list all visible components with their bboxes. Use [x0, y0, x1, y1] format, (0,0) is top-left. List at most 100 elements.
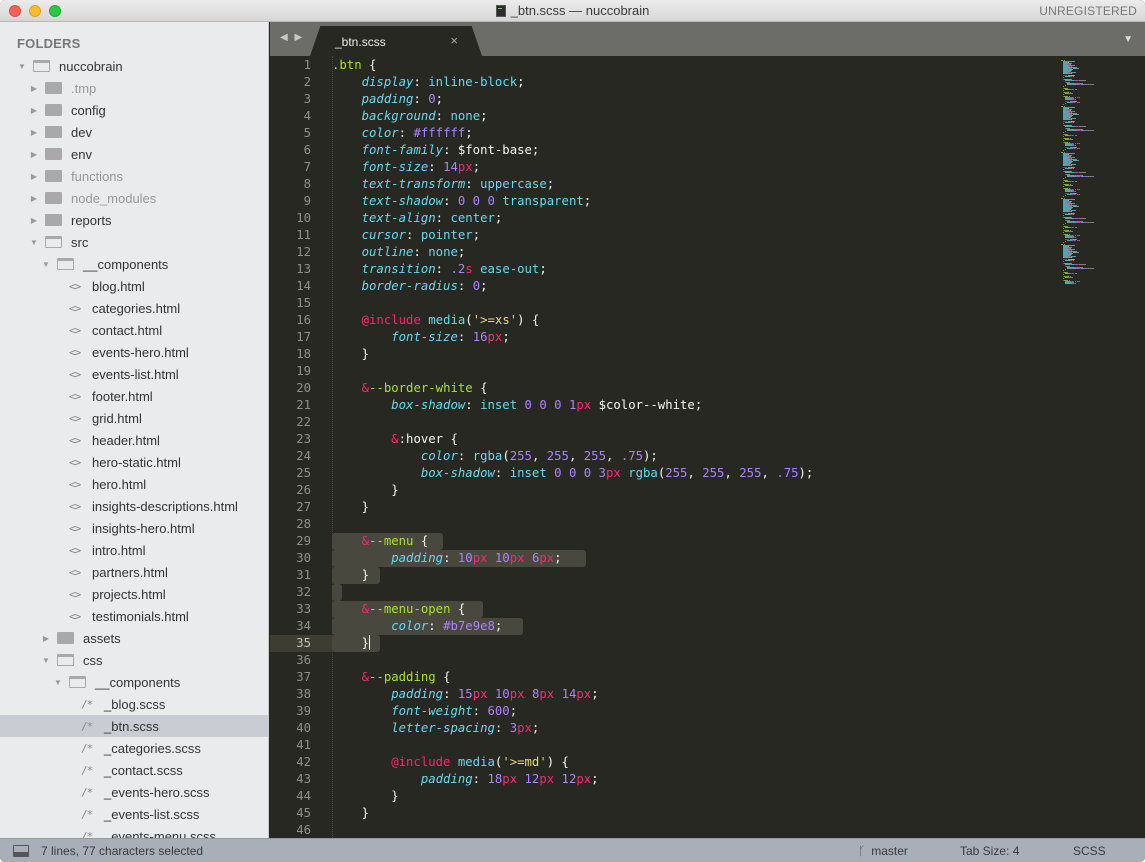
folder-item[interactable]: ▼ nuccobrain [0, 55, 268, 77]
file-item[interactable]: <> footer.html [0, 385, 268, 407]
file-item[interactable]: /* _btn.scss [0, 715, 268, 737]
file-item[interactable]: <> blog.html [0, 275, 268, 297]
file-item[interactable]: /* _categories.scss [0, 737, 268, 759]
html-file-icon: <> [69, 543, 81, 557]
disclosure-closed-icon[interactable]: ▶ [41, 634, 51, 643]
folder-item[interactable]: ▶ reports [0, 209, 268, 231]
line-code: } [332, 789, 399, 803]
html-file-icon: <> [69, 279, 81, 293]
file-item[interactable]: <> contact.html [0, 319, 268, 341]
line-number: 19 [296, 364, 311, 378]
file-item[interactable]: <> projects.html [0, 583, 268, 605]
folder-item[interactable]: ▶ assets [0, 627, 268, 649]
file-item[interactable]: <> events-list.html [0, 363, 268, 385]
disclosure-closed-icon[interactable]: ▶ [29, 194, 39, 203]
disclosure-open-icon[interactable]: ▼ [29, 238, 39, 247]
disclosure-closed-icon[interactable]: ▶ [29, 216, 39, 225]
line-code: box-shadow: inset 0 0 0 1px $color--whit… [391, 398, 703, 412]
zoom-window-button[interactable] [49, 5, 61, 17]
panel-toggle-icon[interactable] [13, 845, 29, 857]
minimize-window-button[interactable] [29, 5, 41, 17]
file-item[interactable]: <> events-hero.html [0, 341, 268, 363]
code-editor[interactable]: 1 .btn {2 display: inline-block; 3 padding… [270, 56, 1145, 838]
folder-item[interactable]: ▼ __components [0, 253, 268, 275]
disclosure-open-icon[interactable]: ▼ [17, 62, 27, 71]
disclosure-closed-icon[interactable]: ▶ [29, 128, 39, 137]
tab-btn-scss[interactable]: _btn.scss × [310, 26, 482, 56]
disclosure-closed-icon[interactable]: ▶ [29, 150, 39, 159]
folder-icon [45, 214, 62, 226]
minimap-mark [1075, 256, 1076, 257]
file-item[interactable]: /* _events-hero.scss [0, 781, 268, 803]
file-item[interactable]: <> hero.html [0, 473, 268, 495]
tree-item-label: categories.html [92, 300, 181, 316]
file-item[interactable]: <> insights-hero.html [0, 517, 268, 539]
disclosure-open-icon[interactable]: ▼ [41, 656, 51, 665]
tree-item-label: src [71, 234, 89, 250]
git-branch[interactable]: ᚴ master [858, 844, 908, 858]
line-number: 10 [296, 211, 311, 225]
line-number: 1 [303, 58, 311, 72]
minimap-mark [1074, 191, 1075, 192]
line-code: } [332, 635, 371, 650]
scss-file-icon: /* [81, 697, 93, 711]
minimap-mark [1076, 135, 1077, 136]
file-item[interactable]: <> testimonials.html [0, 605, 268, 627]
code-line: 30 padding: 10px 10px 6px; [270, 550, 1145, 567]
file-item[interactable]: <> hero-static.html [0, 451, 268, 473]
code-line: 26 } [270, 482, 1145, 499]
line-code: } [332, 568, 370, 582]
minimap-mark [1072, 161, 1073, 162]
file-item[interactable]: /* _contact.scss [0, 759, 268, 781]
minimap-mark [1072, 139, 1073, 140]
line-number: 44 [296, 789, 311, 803]
file-item[interactable]: <> partners.html [0, 561, 268, 583]
minimap-mark [1072, 115, 1073, 116]
code-line: 34 color: #b7e9e8; [270, 618, 1145, 635]
minimap-mark [1078, 148, 1079, 149]
minimap-mark [1065, 145, 1072, 146]
folder-item[interactable]: ▶ .tmp [0, 77, 268, 99]
folder-item[interactable]: ▶ functions [0, 165, 268, 187]
file-item[interactable]: /* _events-menu.scss [0, 825, 268, 839]
disclosure-closed-icon[interactable]: ▶ [29, 172, 39, 181]
disclosure-open-icon[interactable]: ▼ [41, 260, 51, 269]
folder-item[interactable]: ▶ node_modules [0, 187, 268, 209]
file-item[interactable]: /* _events-list.scss [0, 803, 268, 825]
line-number: 13 [296, 262, 311, 276]
file-item[interactable]: /* _blog.scss [0, 693, 268, 715]
folder-item[interactable]: ▶ config [0, 99, 268, 121]
line-number: 5 [303, 126, 311, 140]
tree-item-label: header.html [92, 432, 160, 448]
file-item[interactable]: <> intro.html [0, 539, 268, 561]
folder-item[interactable]: ▶ env [0, 143, 268, 165]
file-item[interactable]: <> categories.html [0, 297, 268, 319]
file-item[interactable]: <> grid.html [0, 407, 268, 429]
close-window-button[interactable] [9, 5, 21, 17]
folder-open-icon [45, 236, 62, 248]
close-tab-icon[interactable]: × [450, 33, 458, 48]
tab-menu-dropdown-icon[interactable]: ▼ [1123, 34, 1133, 45]
minimap-mark [1063, 136, 1064, 137]
syntax-selector[interactable]: SCSS [1073, 844, 1106, 858]
html-file-icon: <> [69, 609, 81, 623]
minimap-mark [1074, 283, 1075, 284]
tree-item-label: events-list.html [92, 366, 179, 382]
file-item[interactable]: <> insights-descriptions.html [0, 495, 268, 517]
tree-item-label: __components [95, 674, 181, 690]
tab-size-setting[interactable]: Tab Size: 4 [960, 844, 1019, 858]
minimap[interactable] [1057, 56, 1145, 286]
disclosure-closed-icon[interactable]: ▶ [29, 106, 39, 115]
scss-file-icon: /* [81, 785, 93, 799]
disclosure-open-icon[interactable]: ▼ [53, 678, 63, 687]
folder-item[interactable]: ▶ dev [0, 121, 268, 143]
file-item[interactable]: <> header.html [0, 429, 268, 451]
disclosure-closed-icon[interactable]: ▶ [29, 84, 39, 93]
minimap-mark [1076, 273, 1077, 274]
folder-item[interactable]: ▼ css [0, 649, 268, 671]
folder-item[interactable]: ▼ __components [0, 671, 268, 693]
minimap-mark [1065, 241, 1066, 242]
folder-item[interactable]: ▼ src [0, 231, 268, 253]
tab-nav-arrows-icon[interactable]: ◀ ▶ [280, 32, 304, 43]
minimap-mark [1063, 90, 1064, 91]
